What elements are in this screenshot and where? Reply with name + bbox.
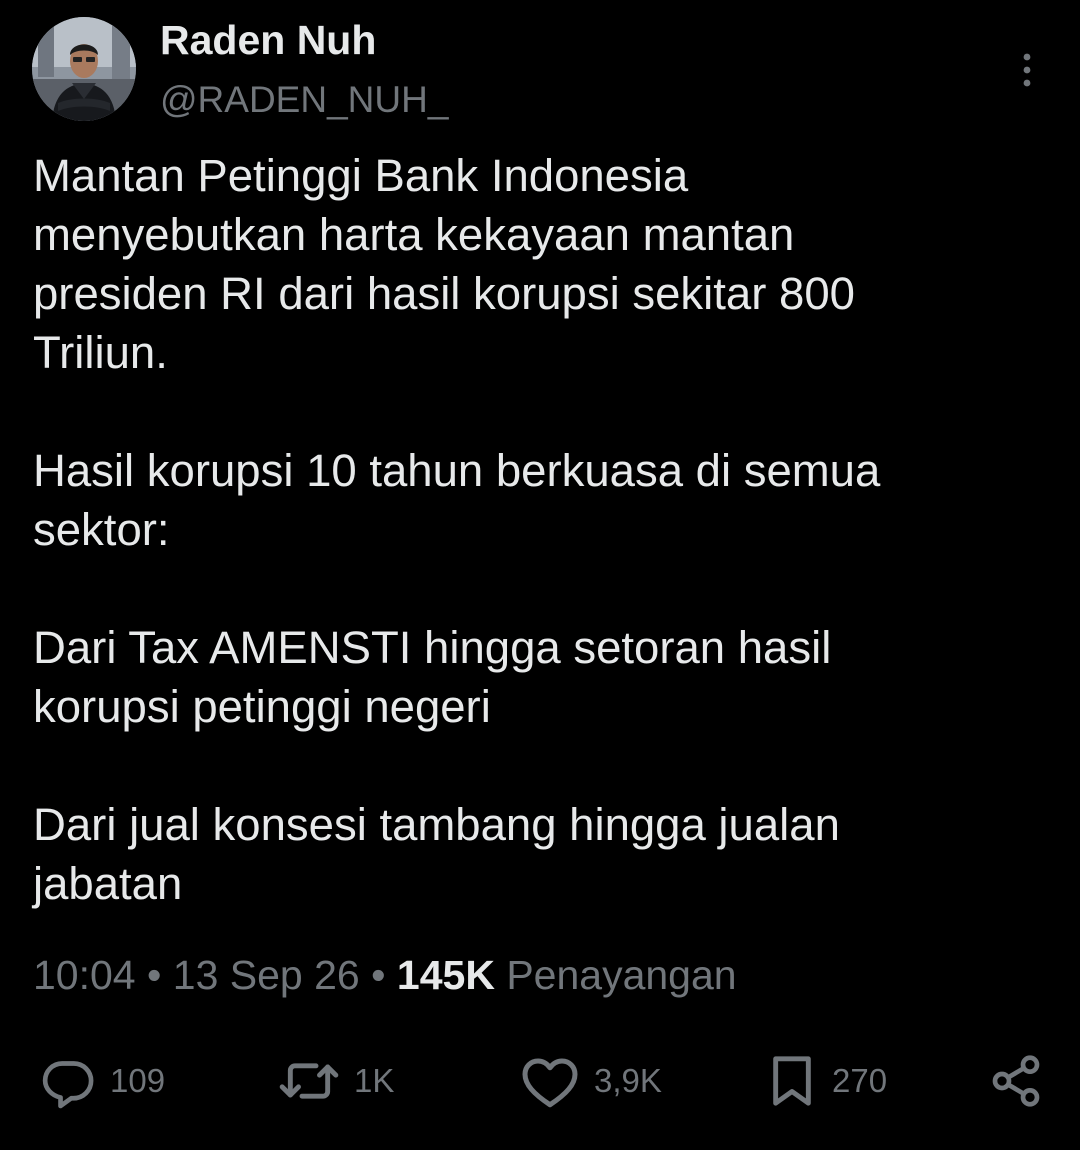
avatar[interactable] xyxy=(32,17,136,121)
tweet-meta: 10:04 • 13 Sep 26 • 145K Penayangan xyxy=(33,947,737,1003)
tweet-paragraph: Mantan Petinggi Bank Indonesia menyebutk… xyxy=(33,150,855,378)
bookmark-button[interactable]: 270 xyxy=(766,1050,887,1112)
bookmark-icon xyxy=(773,1056,811,1106)
bookmark-count: 270 xyxy=(832,1062,888,1099)
tweet-paragraph: Hasil korupsi 10 tahun berkuasa di semua… xyxy=(33,445,881,555)
tweet-time[interactable]: 10:04 xyxy=(33,952,136,998)
like-button[interactable]: 3,9K xyxy=(520,1050,662,1112)
like-count: 3,9K xyxy=(594,1062,662,1099)
share-icon xyxy=(992,1055,1040,1107)
tweet-text: Mantan Petinggi Bank Indonesia menyebutk… xyxy=(33,146,1033,913)
meta-separator: • xyxy=(371,952,386,998)
tweet-paragraph: Dari jual konsesi tambang hingga jualan … xyxy=(33,799,840,909)
heart-icon xyxy=(522,1058,578,1108)
avatar-photo xyxy=(32,17,136,121)
author-handle[interactable]: @RADEN_NUH_ xyxy=(160,76,448,124)
reply-count: 109 xyxy=(110,1062,166,1099)
repost-button[interactable]: 1K xyxy=(278,1050,394,1112)
action-bar: 109 1K 3,9K 270 xyxy=(0,1050,1080,1112)
share-button[interactable] xyxy=(988,1050,1044,1112)
repost-count: 1K xyxy=(354,1062,395,1099)
meta-separator: • xyxy=(147,952,162,998)
more-vertical-icon xyxy=(1023,53,1031,87)
author-display-name[interactable]: Raden Nuh xyxy=(160,14,376,66)
repost-icon xyxy=(279,1063,339,1099)
tweet-paragraph: Dari Tax AMENSTI hingga setoran hasil ko… xyxy=(33,622,832,732)
tweet-date[interactable]: 13 Sep 26 xyxy=(173,952,360,998)
more-options-button[interactable] xyxy=(1006,46,1048,94)
views-label[interactable]: Penayangan xyxy=(506,952,736,998)
reply-button[interactable]: 109 xyxy=(40,1050,165,1112)
views-count[interactable]: 145K xyxy=(397,952,495,998)
reply-icon xyxy=(42,1061,94,1109)
